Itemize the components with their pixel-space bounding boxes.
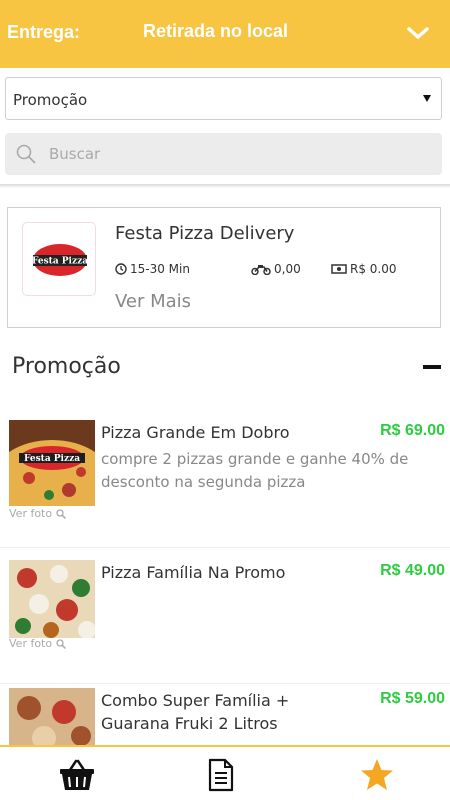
favorites-star-icon (361, 759, 393, 790)
minimum-order-value: R$ 0.00 (350, 262, 397, 276)
search-icon (16, 144, 36, 164)
view-photo-link[interactable]: Ver foto (9, 507, 67, 520)
item-price: R$ 69.00 (380, 422, 445, 439)
basket-icon (60, 759, 94, 790)
section-title: Promoção (12, 354, 121, 379)
dropdown-arrow-icon (423, 95, 431, 102)
order-list-icon (208, 758, 234, 792)
delivery-time: 15-30 Min (115, 262, 190, 276)
zoom-icon (56, 638, 67, 649)
menu-item[interactable]: Combo Super Família + Guarana Fruki 2 Li… (0, 688, 450, 745)
minimum-order: R$ 0.00 (331, 262, 397, 276)
product-photo[interactable]: Festa Pizza (9, 420, 95, 506)
item-price: R$ 59.00 (380, 690, 445, 707)
delivery-fee: 0,00 (251, 262, 301, 276)
svg-text:Festa Pizza: Festa Pizza (24, 454, 80, 464)
restaurant-logo: Festa Pizza (22, 222, 96, 296)
item-description: compre 2 pizzas grande e ganhe 40% de de… (101, 450, 409, 491)
view-photo-link[interactable]: Ver foto (9, 637, 67, 650)
search-bar[interactable] (5, 133, 442, 175)
product-photo[interactable] (9, 560, 95, 638)
cash-icon (331, 264, 347, 274)
see-more-link[interactable]: Ver Mais (115, 291, 191, 312)
orders-button[interactable] (201, 755, 241, 795)
delivery-mode-value[interactable]: Retirada no local (143, 21, 288, 42)
category-select[interactable]: Promoção (5, 77, 442, 120)
delivery-mode-bar[interactable]: Entrega: Retirada no local (0, 0, 450, 68)
item-title: Pizza Família Na Promo (101, 563, 286, 582)
search-input[interactable] (49, 141, 419, 167)
item-title: Combo Super Família + Guarana Fruki 2 Li… (101, 691, 290, 733)
divider (0, 184, 450, 188)
category-select-value: Promoção (13, 91, 88, 109)
menu-item[interactable]: Ver foto Pizza Família Na Promo R$ 49.00 (0, 560, 450, 684)
delivery-label: Entrega: (7, 22, 81, 42)
item-price: R$ 49.00 (380, 562, 445, 579)
motorcycle-icon (251, 265, 271, 275)
delivery-time-value: 15-30 Min (130, 262, 190, 276)
product-photo[interactable] (9, 688, 95, 745)
svg-text:Festa Pizza: Festa Pizza (32, 257, 88, 267)
view-photo-label: Ver foto (9, 507, 53, 520)
collapse-minus-icon[interactable] (423, 365, 441, 369)
restaurant-name: Festa Pizza Delivery (115, 223, 295, 244)
restaurant-card: Festa Pizza Festa Pizza Delivery 15-30 M… (7, 207, 441, 328)
favorites-button[interactable] (357, 755, 397, 795)
clock-icon (115, 263, 127, 275)
bottom-nav (0, 745, 450, 800)
item-title: Pizza Grande Em Dobro (101, 423, 290, 442)
delivery-fee-value: 0,00 (274, 262, 301, 276)
menu-item[interactable]: Festa Pizza Ver foto Pizza Grande Em Dob… (0, 420, 450, 548)
zoom-icon (56, 508, 67, 519)
festa-pizza-logo: Festa Pizza (32, 244, 88, 276)
chevron-down-icon[interactable] (404, 24, 432, 42)
view-photo-label: Ver foto (9, 637, 53, 650)
basket-button[interactable] (57, 755, 97, 795)
